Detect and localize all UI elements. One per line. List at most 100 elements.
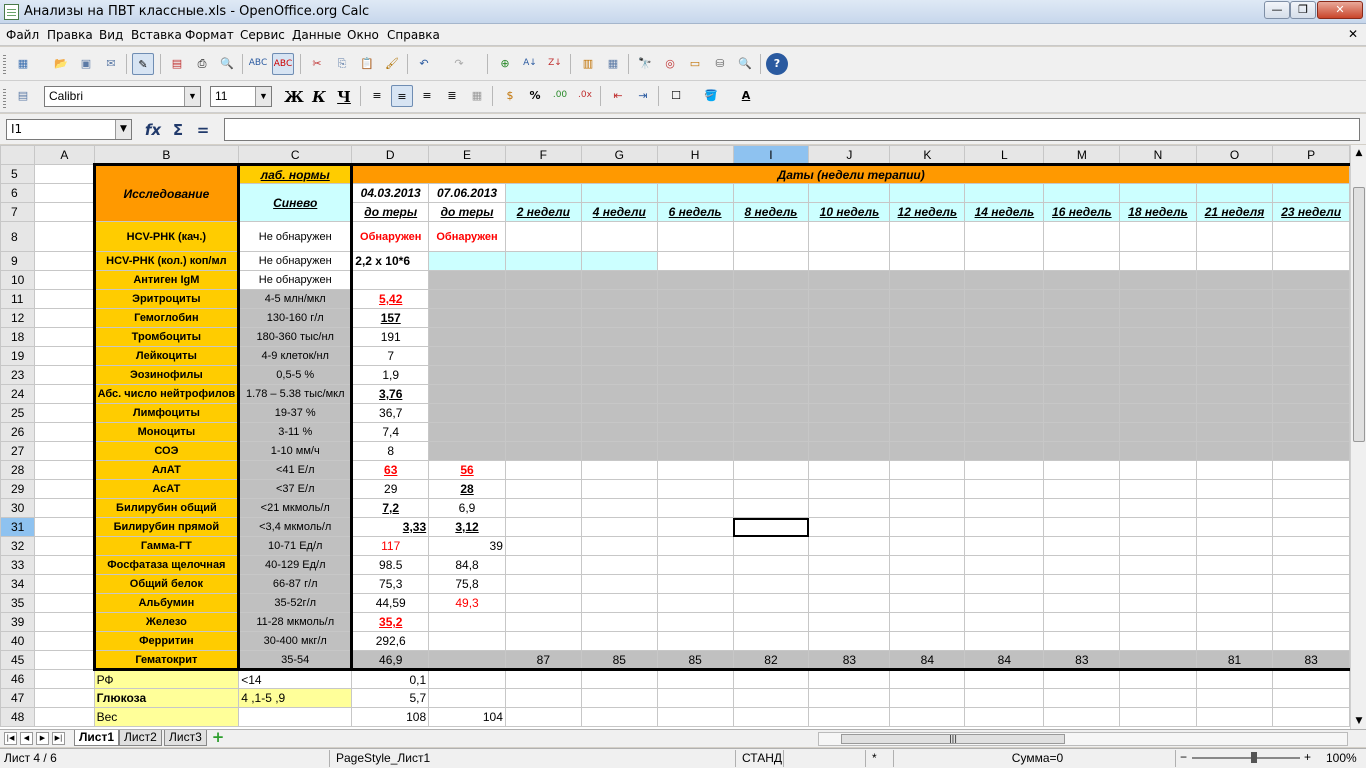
week-value-f[interactable] [504, 422, 582, 442]
week-value-f[interactable] [504, 479, 582, 499]
lab-norm[interactable]: 19-37 % [238, 403, 353, 423]
lab-norm[interactable]: 10-71 Ед/л [238, 536, 353, 556]
value-d[interactable]: 117 [350, 536, 430, 556]
week-value-n[interactable] [1119, 289, 1197, 309]
cut-icon[interactable]: ✂ [306, 53, 328, 75]
lab-norm[interactable]: 4-5 млн/мкл [238, 289, 353, 309]
test-name[interactable]: HCV-РНК (кол.) коп/мл [92, 251, 241, 271]
week-value-h[interactable] [656, 422, 734, 442]
week-label-g[interactable]: 4 недели [580, 202, 658, 222]
cell-a7[interactable] [34, 202, 95, 222]
week-value-k[interactable]: 84 [889, 650, 966, 671]
cell[interactable] [1119, 688, 1197, 708]
week-value-n[interactable] [1119, 498, 1197, 518]
add-decimal-icon[interactable]: .00 [549, 85, 571, 107]
date-d6[interactable]: 04.03.2013 [350, 183, 430, 203]
week-value-n[interactable] [1119, 441, 1197, 461]
week-value-m[interactable] [1043, 221, 1121, 252]
week-date-cell[interactable] [964, 183, 1045, 203]
function-wizard-button[interactable]: fx [142, 120, 164, 140]
extra-label[interactable]: РФ [93, 669, 240, 689]
cell[interactable] [889, 707, 966, 727]
week-value-n[interactable] [1119, 270, 1197, 290]
week-value-k[interactable] [889, 517, 966, 537]
cell[interactable] [732, 669, 810, 689]
pivot-table-icon[interactable]: ▦ [602, 53, 624, 75]
week-value-n[interactable] [1119, 422, 1197, 442]
week-value-h[interactable] [656, 574, 734, 594]
extra-value-d[interactable]: 0,1 [351, 669, 430, 689]
add-sheet-icon[interactable]: + [209, 730, 227, 746]
week-value-m[interactable] [1043, 612, 1121, 632]
week-value-l[interactable] [964, 289, 1045, 309]
lab-norm[interactable]: 40-129 Ед/л [238, 555, 353, 575]
week-value-p[interactable] [1272, 289, 1350, 309]
week-value-p[interactable] [1272, 593, 1350, 613]
row-header[interactable]: 29 [0, 479, 36, 499]
cell-a[interactable] [34, 422, 95, 442]
week-value-k[interactable] [889, 479, 966, 499]
value-e[interactable] [428, 631, 506, 651]
zoom-level[interactable]: 100% [1326, 751, 1357, 765]
cell-a[interactable] [34, 403, 95, 423]
week-value-l[interactable] [964, 612, 1045, 632]
select-all-corner[interactable] [0, 145, 36, 165]
row-header[interactable]: 6 [0, 183, 36, 203]
cell-a[interactable] [34, 460, 95, 480]
week-value-m[interactable] [1043, 403, 1121, 423]
week-value-i[interactable] [732, 536, 810, 556]
week-value-i[interactable] [732, 289, 810, 309]
week-value-p[interactable] [1272, 308, 1350, 328]
week-value-n[interactable] [1119, 221, 1197, 252]
zoom-out-icon[interactable]: − [1180, 750, 1187, 764]
menu-view[interactable]: Вид [99, 28, 123, 42]
value-e[interactable]: 84,8 [428, 555, 506, 575]
week-value-l[interactable] [964, 221, 1045, 252]
week-value-g[interactable] [580, 498, 658, 518]
font-size-combo[interactable]: 11 ▼ [210, 86, 272, 107]
week-value-g[interactable] [580, 403, 658, 423]
clone-formatting-icon[interactable]: 🖌 [381, 53, 403, 75]
cell[interactable] [1119, 707, 1197, 727]
column-header[interactable]: B [93, 145, 240, 165]
week-value-l[interactable]: 84 [964, 650, 1045, 671]
value-e[interactable] [428, 251, 506, 271]
sheet-tab-2[interactable]: Лист2 [119, 730, 162, 746]
test-name[interactable]: HCV-РНК (кач.) [92, 221, 241, 252]
cell-a[interactable] [34, 593, 95, 613]
scroll-thumb[interactable] [1353, 187, 1365, 442]
week-value-j[interactable] [808, 555, 891, 575]
hyperlink-icon[interactable]: ⊕ [494, 53, 516, 75]
week-value-g[interactable] [580, 327, 658, 347]
week-value-f[interactable] [504, 308, 582, 328]
week-value-m[interactable] [1043, 517, 1121, 537]
week-value-f[interactable] [504, 536, 582, 556]
row-header[interactable]: 7 [0, 202, 36, 222]
week-value-i[interactable] [732, 498, 810, 518]
week-value-f[interactable] [504, 460, 582, 480]
week-value-i[interactable] [732, 631, 810, 651]
test-name[interactable]: Билирубин общий [92, 498, 241, 518]
week-value-i[interactable]: 82 [732, 650, 810, 671]
week-value-j[interactable] [808, 346, 891, 366]
cell[interactable] [889, 669, 966, 689]
week-value-p[interactable] [1272, 422, 1350, 442]
week-value-j[interactable] [808, 574, 891, 594]
bold-button[interactable]: Ж [284, 87, 304, 107]
week-value-g[interactable] [580, 479, 658, 499]
lab-norm[interactable]: 1-10 мм/ч [238, 441, 353, 461]
data-sources-icon[interactable]: ⛁ [709, 53, 731, 75]
test-name[interactable]: Лимфоциты [92, 403, 241, 423]
cell-a[interactable] [34, 650, 95, 670]
week-value-o[interactable] [1195, 289, 1274, 309]
cell[interactable] [732, 688, 810, 708]
close-document-icon[interactable]: ✕ [1348, 27, 1358, 41]
value-d[interactable]: 29 [350, 479, 430, 499]
week-value-n[interactable] [1119, 251, 1197, 271]
row-header[interactable]: 39 [0, 612, 36, 632]
lab-norm[interactable]: 180-360 тыс/нл [238, 327, 353, 347]
print-preview-icon[interactable]: 🔍 [216, 53, 238, 75]
week-value-o[interactable] [1195, 555, 1274, 575]
week-value-k[interactable] [889, 327, 966, 347]
maximize-button[interactable]: ❐ [1290, 1, 1316, 19]
